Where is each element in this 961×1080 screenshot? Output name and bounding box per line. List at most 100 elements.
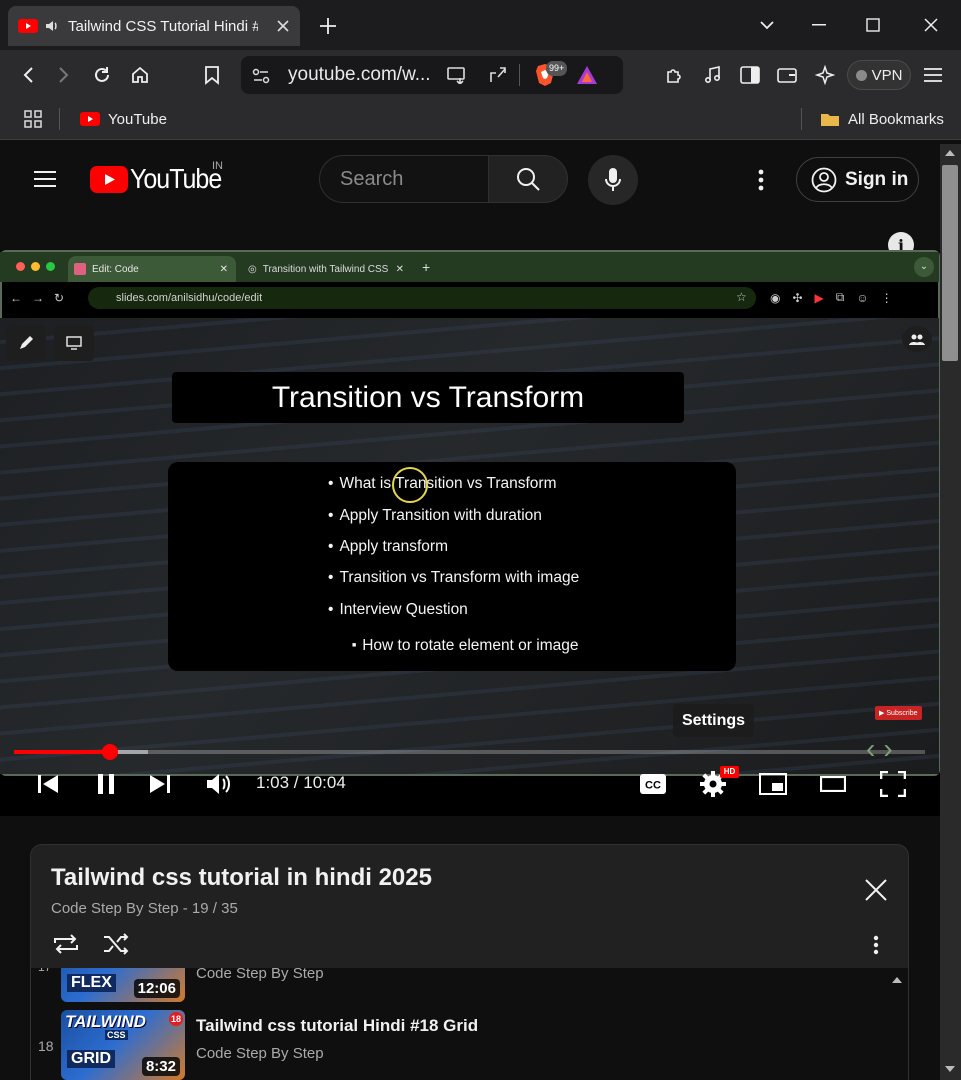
- shuffle-icon[interactable]: [100, 930, 132, 958]
- list-item-index: 18: [38, 1038, 54, 1054]
- tab-audio-icon[interactable]: [44, 18, 60, 34]
- next-icon[interactable]: [146, 771, 174, 797]
- vpn-button[interactable]: VPN: [847, 60, 911, 90]
- captions-label: CC: [645, 780, 661, 792]
- search-button[interactable]: [488, 155, 568, 203]
- toolbar-divider: [519, 64, 520, 86]
- video-inner-window-controls: [16, 262, 55, 271]
- scroll-down-arrow-icon[interactable]: [944, 1064, 956, 1074]
- slide-bullet: Apply Transition with duration: [328, 507, 541, 525]
- video-inner-address: slides.com/anilsidhu/code/edit: [88, 287, 756, 309]
- playlist-meta: Code Step By Step - 19 / 35: [51, 900, 238, 917]
- video-inner-tab-1: Edit: Code ✕: [68, 256, 236, 282]
- video-inner-ext-3-icon: ▶: [814, 290, 824, 305]
- slides-favicon-icon: [74, 263, 86, 275]
- video-inner-tab-search-icon: ⌄: [914, 257, 934, 277]
- miniplayer-icon[interactable]: [758, 771, 788, 797]
- bookmark-youtube[interactable]: YouTube: [80, 108, 167, 130]
- close-window-icon[interactable]: [920, 14, 942, 36]
- loop-playlist-icon[interactable]: [50, 930, 82, 958]
- video-inner-ext-2-icon: ✣: [792, 290, 803, 305]
- all-bookmarks-label: All Bookmarks: [848, 110, 944, 128]
- traffic-minimize-icon: [31, 262, 40, 271]
- search-input[interactable]: Search: [319, 155, 489, 203]
- video-thumbnail[interactable]: FLEX 12:06: [61, 968, 185, 1002]
- hamburger-menu-icon[interactable]: [920, 63, 946, 87]
- sidebar-toggle-icon[interactable]: [737, 63, 763, 87]
- home-icon[interactable]: [128, 63, 152, 87]
- region-code: IN: [212, 160, 223, 172]
- bookmark-icon[interactable]: [200, 63, 224, 87]
- install-app-icon[interactable]: [444, 64, 470, 86]
- thumbnail-label: FLEX: [67, 974, 116, 992]
- voice-search-button[interactable]: [588, 155, 638, 205]
- list-item-title: Tailwind css tutorial Hindi #18 Grid: [196, 1016, 479, 1035]
- media-music-icon[interactable]: [700, 63, 726, 87]
- site-settings-icon[interactable]: [250, 65, 272, 87]
- list-item-channel: Code Step By Step: [196, 968, 324, 982]
- previous-icon[interactable]: [34, 771, 62, 797]
- wallet-icon[interactable]: [774, 63, 800, 87]
- bookmark-youtube-label: YouTube: [108, 110, 167, 128]
- pause-icon[interactable]: [92, 771, 120, 797]
- sign-in-button[interactable]: Sign in: [796, 157, 919, 202]
- progress-bar[interactable]: [14, 750, 925, 754]
- player-controls-bar: [0, 776, 940, 816]
- back-arrow-icon[interactable]: [16, 63, 40, 87]
- share-icon[interactable]: [485, 64, 511, 86]
- video-inner-tab-close-icon: ✕: [219, 263, 228, 275]
- youtube-logo[interactable]: YouTube: [90, 163, 222, 194]
- address-text[interactable]: youtube.com/w...: [288, 64, 431, 86]
- tab-search-chevron-down-icon[interactable]: [756, 14, 778, 36]
- pen-tool-icon: [6, 325, 46, 361]
- forward-arrow-icon[interactable]: [52, 63, 76, 87]
- video-inner-ext-6-icon: ⋮: [880, 290, 893, 305]
- browser-tab[interactable]: Tailwind CSS Tutorial Hindi #: [8, 6, 300, 46]
- video-inner-ext-4-icon: ⧉: [835, 290, 845, 304]
- list-item[interactable]: 18 TAILWIND CSS 18 GRID 8:32 Tailwind cs…: [31, 1008, 908, 1080]
- globe-icon: ◎: [248, 263, 257, 275]
- slide-bullet: Transition vs Transform with image: [328, 569, 579, 587]
- thumbnail-title: TAILWIND: [65, 1012, 146, 1031]
- settings-more-vert-icon[interactable]: [750, 166, 772, 194]
- playlist-title[interactable]: Tailwind css tutorial in hindi 2025: [51, 864, 432, 892]
- playlist-scroll-up-icon[interactable]: [890, 975, 904, 985]
- video-inner-tab-1-label: Edit: Code: [92, 263, 139, 275]
- minimize-icon[interactable]: [808, 14, 830, 36]
- bookmarks-divider-right: [801, 108, 802, 130]
- all-bookmarks-folder[interactable]: All Bookmarks: [820, 108, 944, 130]
- youtube-favicon-icon: [18, 19, 38, 33]
- microphone-icon: [604, 167, 622, 193]
- progress-scrubber-handle[interactable]: [102, 744, 118, 760]
- video-thumbnail[interactable]: TAILWIND CSS 18 GRID 8:32: [61, 1010, 185, 1080]
- close-playlist-icon[interactable]: [862, 876, 890, 904]
- cursor-highlight-circle: [392, 467, 428, 503]
- maximize-icon[interactable]: [862, 14, 884, 36]
- extensions-icon[interactable]: [662, 63, 688, 87]
- brave-rewards-icon[interactable]: [574, 64, 600, 86]
- scroll-up-arrow-icon[interactable]: [944, 148, 956, 158]
- list-item-index: 17: [38, 968, 51, 974]
- captions-icon[interactable]: CC: [638, 771, 668, 797]
- video-inner-ext-5-icon: ☺: [856, 290, 869, 305]
- video-inner-ext-1-icon: ◉: [770, 290, 781, 305]
- leo-ai-icon[interactable]: [812, 63, 838, 87]
- fullscreen-icon[interactable]: [878, 769, 908, 799]
- theater-mode-icon[interactable]: [818, 771, 848, 797]
- list-item[interactable]: 17 FLEX 12:06 Code Step By Step: [31, 968, 908, 1002]
- page-scrollbar-thumb[interactable]: [942, 165, 958, 361]
- new-tab-icon[interactable]: [316, 14, 340, 38]
- settings-tooltip: Settings: [673, 704, 754, 737]
- video-inner-tab2-close-icon: ✕: [395, 263, 404, 275]
- tab-close-icon[interactable]: [276, 19, 290, 33]
- playlist-more-icon[interactable]: [864, 932, 888, 958]
- video-inner-new-tab-icon: +: [422, 259, 431, 275]
- search-icon: [515, 166, 541, 192]
- apps-grid-icon[interactable]: [21, 107, 45, 131]
- account-icon: [811, 167, 837, 193]
- volume-icon[interactable]: [204, 771, 234, 797]
- video-inner-tab-2: ◎ Transition with Tailwind CSS ✕: [240, 256, 412, 282]
- guide-menu-icon[interactable]: [32, 167, 58, 191]
- duration-badge: 8:32: [141, 1057, 180, 1076]
- reload-icon[interactable]: [90, 63, 114, 87]
